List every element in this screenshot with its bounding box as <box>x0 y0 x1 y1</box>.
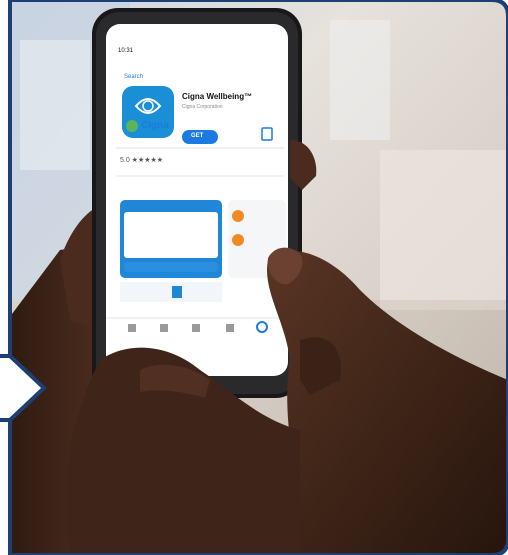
back-link[interactable]: Search <box>124 74 143 80</box>
phone-screen: 10:31 Search Cigna Wellbeing™ Cigna Corp… <box>0 0 508 555</box>
status-time: 10:31 <box>118 48 134 54</box>
rating: 5.0 ★★★★★ <box>120 157 164 164</box>
app-name: Cigna Wellbeing™ <box>182 92 253 101</box>
get-button[interactable]: GET <box>191 133 203 139</box>
brand-logo: Cigna <box>141 120 169 131</box>
app-developer: Cigna Corporation <box>182 104 223 110</box>
